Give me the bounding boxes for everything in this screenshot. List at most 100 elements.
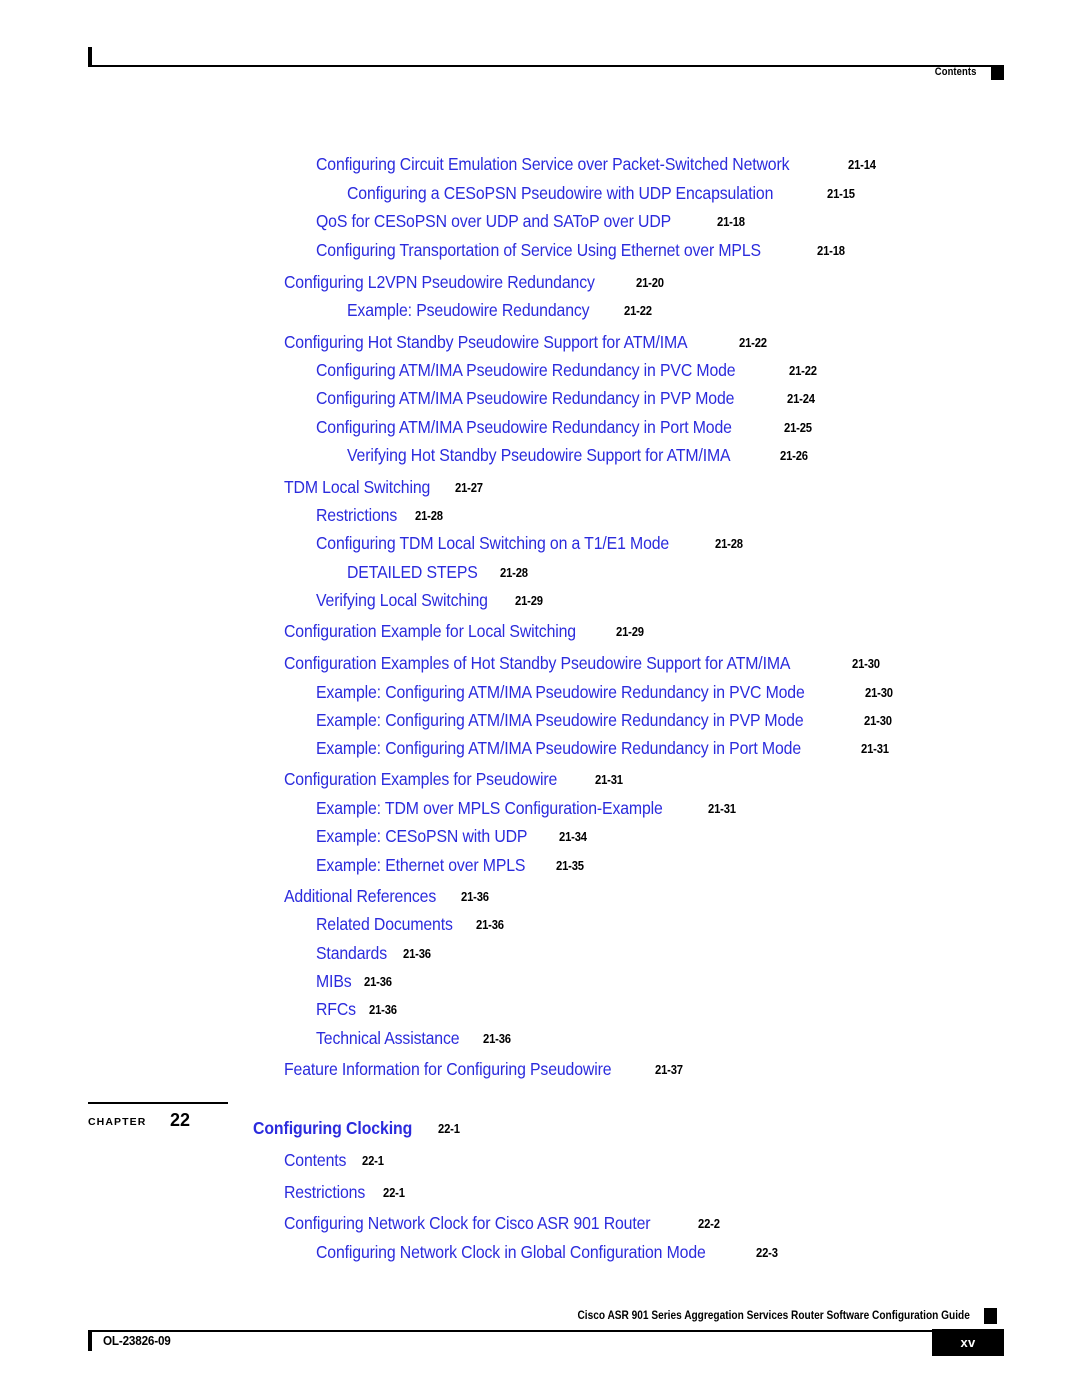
toc-entry-page[interactable]: 21-27 xyxy=(455,482,483,495)
toc-entry[interactable]: Contents 22-1 xyxy=(284,1151,386,1170)
toc-entry-title[interactable]: Configuring Clocking xyxy=(253,1119,412,1138)
toc-entry[interactable]: Configuring ATM/IMA Pseudowire Redundanc… xyxy=(316,361,819,380)
toc-entry-title[interactable]: Example: Pseudowire Redundancy xyxy=(347,301,590,320)
toc-entry-page[interactable]: 21-30 xyxy=(865,687,893,700)
toc-entry-page[interactable]: 21-30 xyxy=(852,658,880,671)
toc-entry-page[interactable]: 21-36 xyxy=(483,1033,511,1046)
toc-entry-page[interactable]: 21-36 xyxy=(364,976,392,989)
toc-entry-title[interactable]: Configuring L2VPN Pseudowire Redundancy xyxy=(284,273,595,292)
toc-entry[interactable]: Example: TDM over MPLS Configuration-Exa… xyxy=(316,799,739,818)
toc-entry-title[interactable]: Feature Information for Configuring Pseu… xyxy=(284,1060,612,1079)
toc-entry[interactable]: Example: Ethernet over MPLS 21-35 xyxy=(316,856,587,875)
toc-entry-page[interactable]: 21-22 xyxy=(624,305,652,318)
toc-entry-title[interactable]: Configuring ATM/IMA Pseudowire Redundanc… xyxy=(316,389,734,408)
toc-entry-page[interactable]: 21-22 xyxy=(789,365,817,378)
toc-entry-page[interactable]: 21-18 xyxy=(717,216,745,229)
toc-entry[interactable]: Configuring Network Clock in Global Conf… xyxy=(316,1243,780,1262)
toc-entry-page[interactable]: 21-29 xyxy=(515,595,543,608)
toc-entry-title[interactable]: Restrictions xyxy=(316,506,397,525)
toc-entry-title[interactable]: Configuring Circuit Emulation Service ov… xyxy=(316,155,790,174)
toc-entry[interactable]: Example: Configuring ATM/IMA Pseudowire … xyxy=(316,711,895,730)
toc-entry[interactable]: Configuring Hot Standby Pseudowire Suppo… xyxy=(284,333,770,352)
toc-entry[interactable]: Configuring Network Clock for Cisco ASR … xyxy=(284,1214,722,1233)
toc-entry[interactable]: MIBs 21-36 xyxy=(316,972,395,991)
toc-entry-page[interactable]: 21-35 xyxy=(556,860,584,873)
toc-entry[interactable]: QoS for CESoPSN over UDP and SAToP over … xyxy=(316,212,748,231)
toc-entry-page[interactable]: 21-30 xyxy=(864,715,892,728)
toc-entry-title[interactable]: Restrictions xyxy=(284,1183,365,1202)
toc-entry-title[interactable]: Verifying Local Switching xyxy=(316,591,488,610)
toc-entry[interactable]: Configuring Clocking 22-1 xyxy=(253,1119,462,1138)
toc-entry[interactable]: Configuration Examples of Hot Standby Ps… xyxy=(284,654,883,673)
toc-entry-page[interactable]: 21-25 xyxy=(784,422,812,435)
toc-entry-title[interactable]: Contents xyxy=(284,1151,346,1170)
toc-entry[interactable]: Additional References 21-36 xyxy=(284,887,492,906)
toc-entry-title[interactable]: Configuring ATM/IMA Pseudowire Redundanc… xyxy=(316,418,732,437)
toc-entry-page[interactable]: 22-2 xyxy=(698,1218,720,1231)
toc-entry[interactable]: Feature Information for Configuring Pseu… xyxy=(284,1060,686,1079)
toc-entry-page[interactable]: 21-26 xyxy=(780,450,808,463)
toc-entry-page[interactable]: 21-31 xyxy=(861,743,889,756)
toc-entry-page[interactable]: 21-18 xyxy=(817,245,845,258)
toc-entry-title[interactable]: RFCs xyxy=(316,1000,356,1019)
toc-entry[interactable]: Example: Configuring ATM/IMA Pseudowire … xyxy=(316,739,892,758)
toc-entry-title[interactable]: Configuration Example for Local Switchin… xyxy=(284,622,576,641)
toc-entry-title[interactable]: Configuring Transportation of Service Us… xyxy=(316,241,761,260)
toc-entry[interactable]: Configuring ATM/IMA Pseudowire Redundanc… xyxy=(316,418,815,437)
toc-entry-page[interactable]: 22-1 xyxy=(362,1155,384,1168)
toc-entry[interactable]: Configuring a CESoPSN Pseudowire with UD… xyxy=(347,184,858,203)
toc-entry[interactable]: Configuring L2VPN Pseudowire Redundancy 2… xyxy=(284,273,667,292)
toc-entry-title[interactable]: Example: Ethernet over MPLS xyxy=(316,856,526,875)
toc-entry-title[interactable]: Example: TDM over MPLS Configuration-Exa… xyxy=(316,799,663,818)
toc-entry[interactable]: Verifying Local Switching 21-29 xyxy=(316,591,546,610)
toc-entry-page[interactable]: 22-1 xyxy=(383,1187,405,1200)
toc-entry[interactable]: Standards 21-36 xyxy=(316,944,434,963)
toc-entry-page[interactable]: 21-14 xyxy=(848,159,876,172)
toc-entry[interactable]: Example: Configuring ATM/IMA Pseudowire … xyxy=(316,683,896,702)
toc-entry-title[interactable]: DETAILED STEPS xyxy=(347,563,478,582)
toc-entry-title[interactable]: QoS for CESoPSN over UDP and SAToP over … xyxy=(316,212,671,231)
toc-entry-page[interactable]: 21-20 xyxy=(636,277,664,290)
toc-entry-page[interactable]: 21-22 xyxy=(739,337,767,350)
toc-entry[interactable]: Configuring TDM Local Switching on a T1/… xyxy=(316,534,746,553)
toc-entry-page[interactable]: 21-15 xyxy=(827,188,855,201)
toc-entry[interactable]: Example: Pseudowire Redundancy 21-22 xyxy=(347,301,655,320)
toc-entry[interactable]: Technical Assistance 21-36 xyxy=(316,1029,514,1048)
toc-entry-page[interactable]: 21-28 xyxy=(415,510,443,523)
toc-entry-title[interactable]: Standards xyxy=(316,944,387,963)
toc-entry[interactable]: RFCs 21-36 xyxy=(316,1000,400,1019)
toc-entry-page[interactable]: 21-34 xyxy=(559,831,587,844)
toc-entry-title[interactable]: Configuring Network Clock for Cisco ASR … xyxy=(284,1214,651,1233)
toc-entry[interactable]: Configuration Examples for Pseudowire 21-… xyxy=(284,770,626,789)
toc-entry-title[interactable]: Technical Assistance xyxy=(316,1029,460,1048)
toc-entry-title[interactable]: Configuring TDM Local Switching on a T1/… xyxy=(316,534,669,553)
toc-entry-page[interactable]: 21-31 xyxy=(595,774,623,787)
toc-entry-title[interactable]: Configuring Network Clock in Global Conf… xyxy=(316,1243,706,1262)
toc-entry-page[interactable]: 21-37 xyxy=(655,1064,683,1077)
toc-entry-title[interactable]: Configuring a CESoPSN Pseudowire with UD… xyxy=(347,184,773,203)
toc-entry-title[interactable]: Example: Configuring ATM/IMA Pseudowire … xyxy=(316,683,805,702)
toc-entry-page[interactable]: 21-28 xyxy=(500,567,528,580)
toc-entry-title[interactable]: Configuration Examples of Hot Standby Ps… xyxy=(284,654,790,673)
toc-entry-page[interactable]: 21-28 xyxy=(715,538,743,551)
toc-entry-title[interactable]: Configuring Hot Standby Pseudowire Suppo… xyxy=(284,333,688,352)
toc-entry-page[interactable]: 22-1 xyxy=(438,1123,460,1136)
toc-entry[interactable]: DETAILED STEPS 21-28 xyxy=(347,563,531,582)
toc-entry[interactable]: Example: CESoPSN with UDP 21-34 xyxy=(316,827,590,846)
toc-entry[interactable]: Configuring Transportation of Service Us… xyxy=(316,241,848,260)
toc-entry[interactable]: Configuring ATM/IMA Pseudowire Redundanc… xyxy=(316,389,818,408)
toc-entry-title[interactable]: Additional References xyxy=(284,887,436,906)
toc-entry-title[interactable]: Example: Configuring ATM/IMA Pseudowire … xyxy=(316,711,804,730)
toc-entry[interactable]: Configuring Circuit Emulation Service ov… xyxy=(316,155,879,174)
toc-entry[interactable]: Restrictions 21-28 xyxy=(316,506,446,525)
toc-entry-page[interactable]: 21-36 xyxy=(403,948,431,961)
toc-entry-title[interactable]: Verifying Hot Standby Pseudowire Support… xyxy=(347,446,731,465)
toc-entry-title[interactable]: Related Documents xyxy=(316,915,453,934)
toc-entry-page[interactable]: 21-31 xyxy=(708,803,736,816)
toc-entry-page[interactable]: 21-24 xyxy=(787,393,815,406)
toc-entry[interactable]: Restrictions 22-1 xyxy=(284,1183,407,1202)
toc-entry-page[interactable]: 21-29 xyxy=(616,626,644,639)
toc-entry-title[interactable]: Example: Configuring ATM/IMA Pseudowire … xyxy=(316,739,801,758)
toc-entry-title[interactable]: MIBs xyxy=(316,972,352,991)
toc-entry-title[interactable]: TDM Local Switching xyxy=(284,478,430,497)
